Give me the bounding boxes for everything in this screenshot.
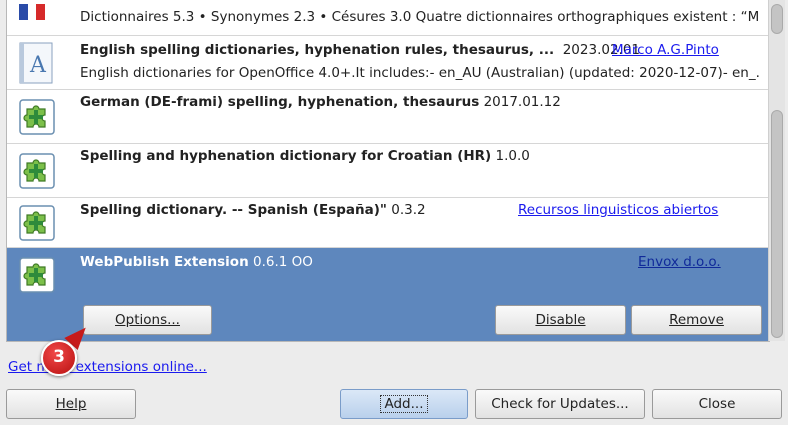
extension-title: Spelling dictionary. -- Spanish (España)…: [80, 202, 387, 218]
close-button[interactable]: Close: [652, 389, 782, 419]
extension-title: Spelling and hyphenation dictionary for …: [80, 148, 492, 164]
extension-description: English dictionaries for OpenOffice 4.0+…: [80, 65, 760, 81]
scrollbar-thumb[interactable]: [771, 110, 783, 338]
extension-version: 0.6.1 OO: [253, 254, 313, 270]
extension-row-spanish[interactable]: Spelling dictionary. -- Spanish (España)…: [7, 198, 769, 248]
publisher-link[interactable]: Envox d.o.o.: [638, 254, 721, 270]
get-more-extensions-link[interactable]: Get more extensions online...: [8, 359, 207, 375]
puzzle-icon: [19, 99, 55, 135]
remove-button[interactable]: Remove: [631, 305, 762, 335]
extension-version: 0.3.2: [391, 202, 426, 218]
french-flag-icon: [19, 4, 45, 20]
extension-version: 1.0.0: [495, 148, 530, 164]
publisher-link[interactable]: Marco A.G.Pinto: [612, 42, 719, 58]
extension-title: German (DE-frami) spelling, hyphenation,…: [80, 94, 480, 110]
publisher-link[interactable]: Recursos linguisticos abiertos: [518, 202, 718, 218]
extension-description: Dictionnaires 5.3 • Synonymes 2.3 • Césu…: [80, 9, 760, 25]
extension-row-webpublish-selected[interactable]: WebPublish Extension 0.6.1 OO Envox d.o.…: [7, 248, 769, 341]
options-button[interactable]: Options...: [83, 305, 212, 335]
list-scrollbar[interactable]: [768, 0, 785, 341]
disable-button[interactable]: Disable: [495, 305, 626, 335]
help-button[interactable]: Help: [6, 389, 136, 419]
document-a-icon: A: [19, 42, 53, 84]
puzzle-icon: [19, 205, 55, 241]
extension-title: English spelling dictionaries, hyphenati…: [80, 42, 555, 58]
puzzle-icon: [19, 153, 55, 189]
extension-row-french[interactable]: Dictionnaires 5.3 • Synonymes 2.3 • Césu…: [7, 0, 769, 36]
extension-row-german[interactable]: German (DE-frami) spelling, hyphenation,…: [7, 90, 769, 144]
add-button[interactable]: Add...: [340, 389, 468, 419]
puzzle-icon: [19, 257, 55, 293]
extension-row-croatian[interactable]: Spelling and hyphenation dictionary for …: [7, 144, 769, 198]
extension-title: WebPublish Extension: [80, 254, 249, 270]
extension-row-english[interactable]: A English spelling dictionaries, hyphena…: [7, 36, 769, 90]
extension-version: 2017.01.12: [483, 94, 561, 110]
scrollbar-top-segment[interactable]: [771, 4, 783, 34]
check-for-updates-button[interactable]: Check for Updates...: [475, 389, 645, 419]
svg-text:A: A: [29, 53, 47, 78]
step-callout-badge: 3: [41, 340, 77, 376]
extension-list[interactable]: Dictionnaires 5.3 • Synonymes 2.3 • Césu…: [6, 0, 770, 342]
